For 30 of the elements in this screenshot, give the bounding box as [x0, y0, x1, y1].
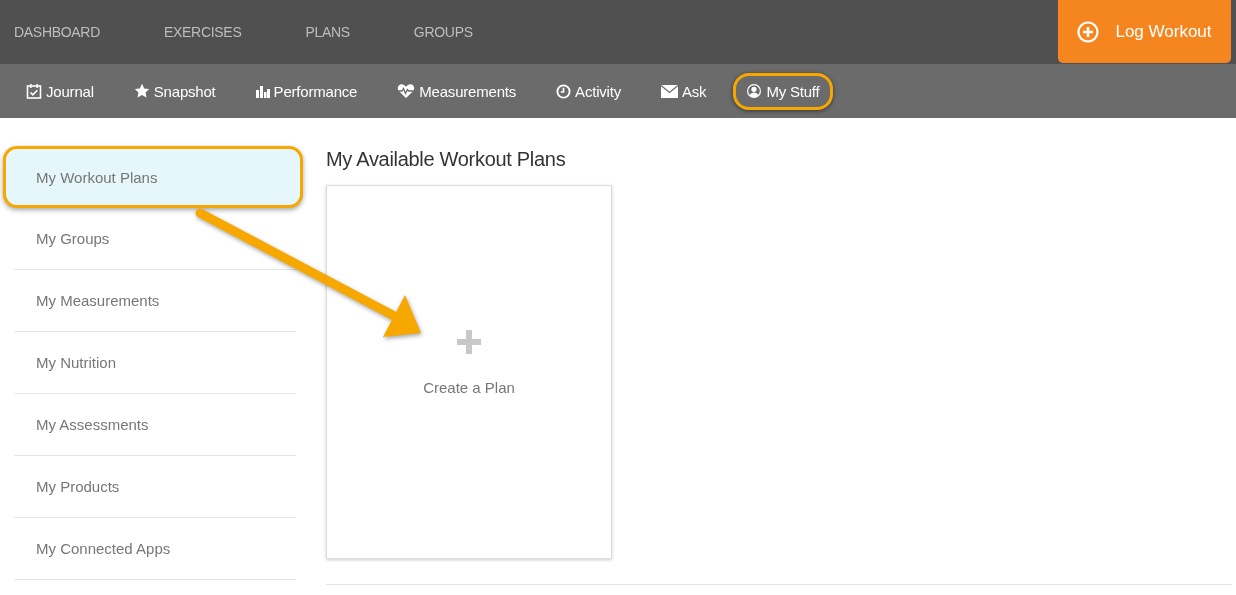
nav-link[interactable]: EXERCISES — [164, 24, 242, 40]
nav-link[interactable]: GROUPS — [413, 24, 473, 40]
calendar-check-icon — [26, 83, 42, 99]
nav-link[interactable]: DASHBOARD — [14, 24, 100, 40]
clock-icon — [556, 83, 572, 99]
create-plan-card[interactable]: Create a Plan — [326, 185, 612, 559]
nav-link[interactable]: PLANS — [305, 24, 350, 40]
sidebar-item[interactable]: My Assessments — [14, 394, 296, 456]
nav-tab[interactable]: Ask — [648, 72, 720, 110]
log-workout-button[interactable]: Log Workout — [1058, 0, 1231, 63]
section-title: My Available Workout Plans — [326, 147, 567, 171]
nav-tab[interactable]: Snapshot — [120, 72, 229, 110]
nav-tab[interactable]: Activity — [543, 72, 634, 110]
plus-circle-icon — [1077, 20, 1100, 43]
nav-tab[interactable]: My Stuff — [733, 72, 833, 110]
sidebar-item[interactable]: My Workout Plans — [3, 146, 303, 208]
nav-tab[interactable]: Performance — [242, 72, 371, 110]
sidebar-item[interactable]: My Groups — [14, 208, 296, 270]
star-icon — [133, 83, 150, 99]
nav-tab[interactable]: Journal — [13, 72, 107, 110]
nav-tab[interactable]: Measurements — [384, 72, 530, 110]
sidebar-item[interactable]: My Connected Apps — [14, 518, 296, 580]
sidebar-item[interactable]: My Measurements — [14, 270, 296, 332]
bar-chart-icon — [255, 84, 270, 98]
sidebar-item[interactable]: My Nutrition — [14, 332, 296, 394]
sidebar-item[interactable]: My Products — [14, 456, 296, 518]
user-circle-icon — [746, 83, 763, 99]
heart-pulse-icon — [397, 83, 416, 99]
plus-icon — [456, 328, 482, 355]
envelope-icon — [661, 84, 678, 98]
